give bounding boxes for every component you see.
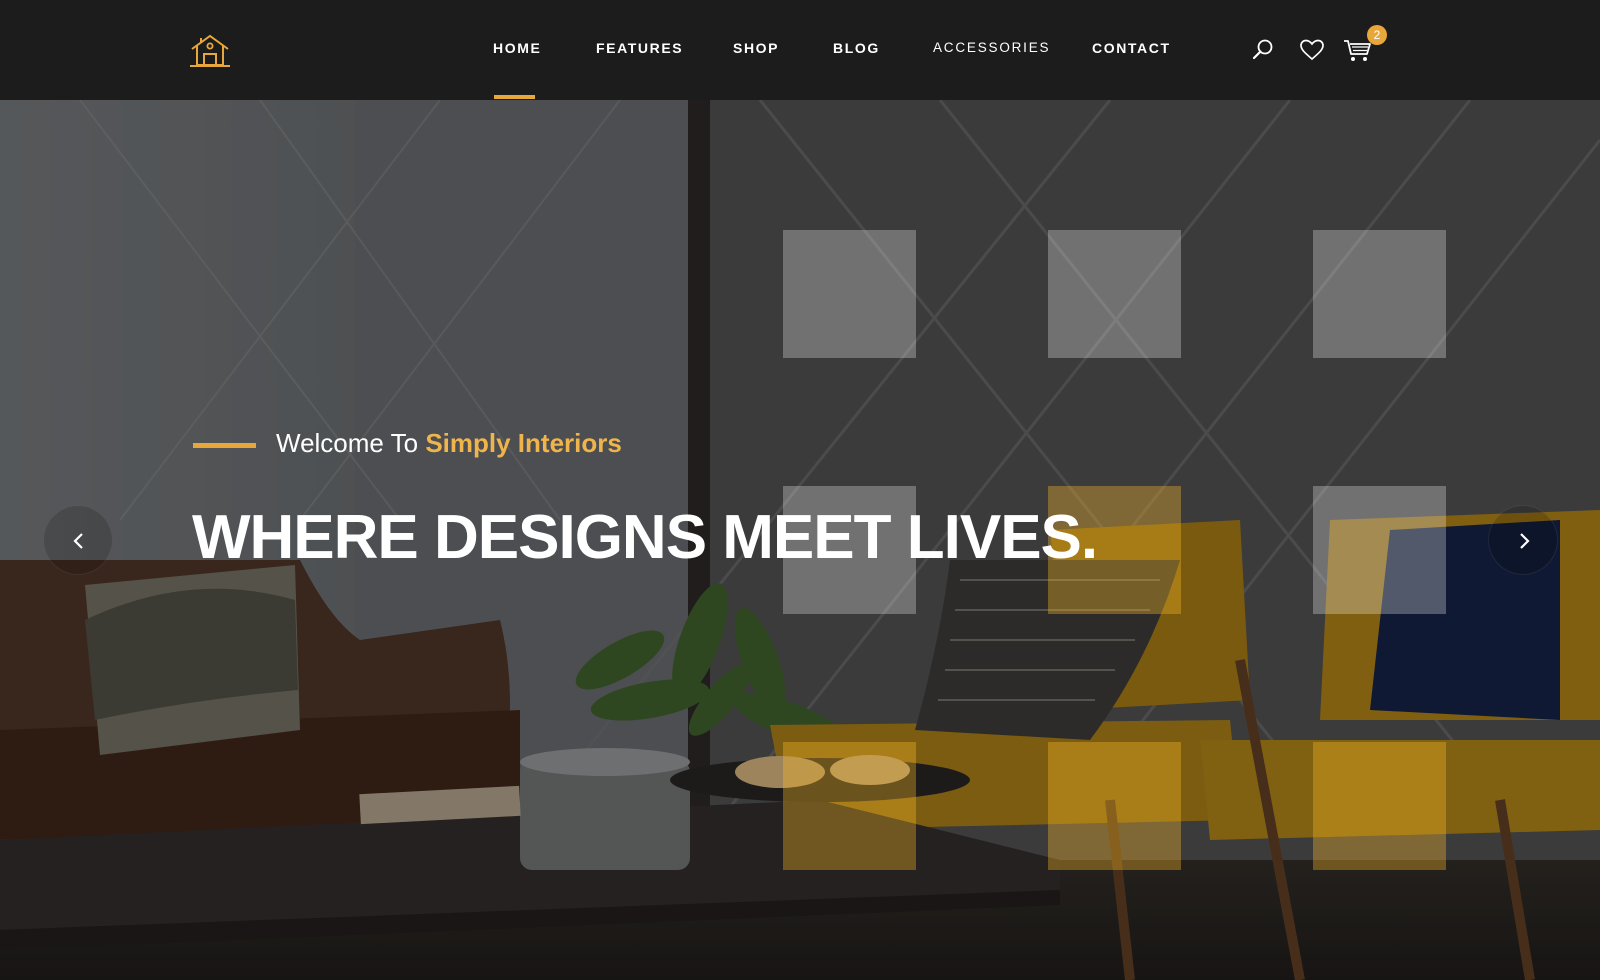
welcome-text: Welcome To Simply Interiors [276,428,622,459]
nav-contact[interactable]: CONTACT [1092,40,1171,56]
heart-icon[interactable] [1299,37,1325,63]
brand-name: Simply Interiors [425,428,622,458]
nav-blog[interactable]: BLOG [833,40,880,56]
chevron-left-icon [73,533,83,549]
cart-count-badge: 2 [1367,25,1387,45]
nav-shop[interactable]: SHOP [733,40,779,56]
overlay-tile [1048,742,1181,870]
overlay-tile [1313,742,1446,870]
overlay-tile [783,230,916,358]
nav-home[interactable]: HOME [493,40,541,56]
chevron-right-icon [1520,533,1530,549]
overlay-tile [1313,486,1446,614]
welcome-prefix: Welcome To [276,428,426,458]
overlay-tile [783,742,916,870]
nav-features[interactable]: FEATURES [596,40,683,56]
search-icon[interactable] [1250,37,1276,63]
next-slide-button[interactable] [1488,505,1558,575]
welcome-accent-line [193,443,256,448]
site-header: HOME FEATURES SHOP BLOG ACCESSORIES CONT… [0,0,1600,100]
overlay-tile [1048,230,1181,358]
hero-headline: WHERE DESIGNS MEET LIVES. [192,503,1098,572]
prev-slide-button[interactable] [43,505,113,575]
overlay-tile [1313,230,1446,358]
active-nav-indicator [494,95,535,99]
nav-accessories[interactable]: ACCESSORIES [933,40,1050,55]
hero-slider: Welcome To Simply Interiors WHERE DESIGN… [0,100,1600,980]
